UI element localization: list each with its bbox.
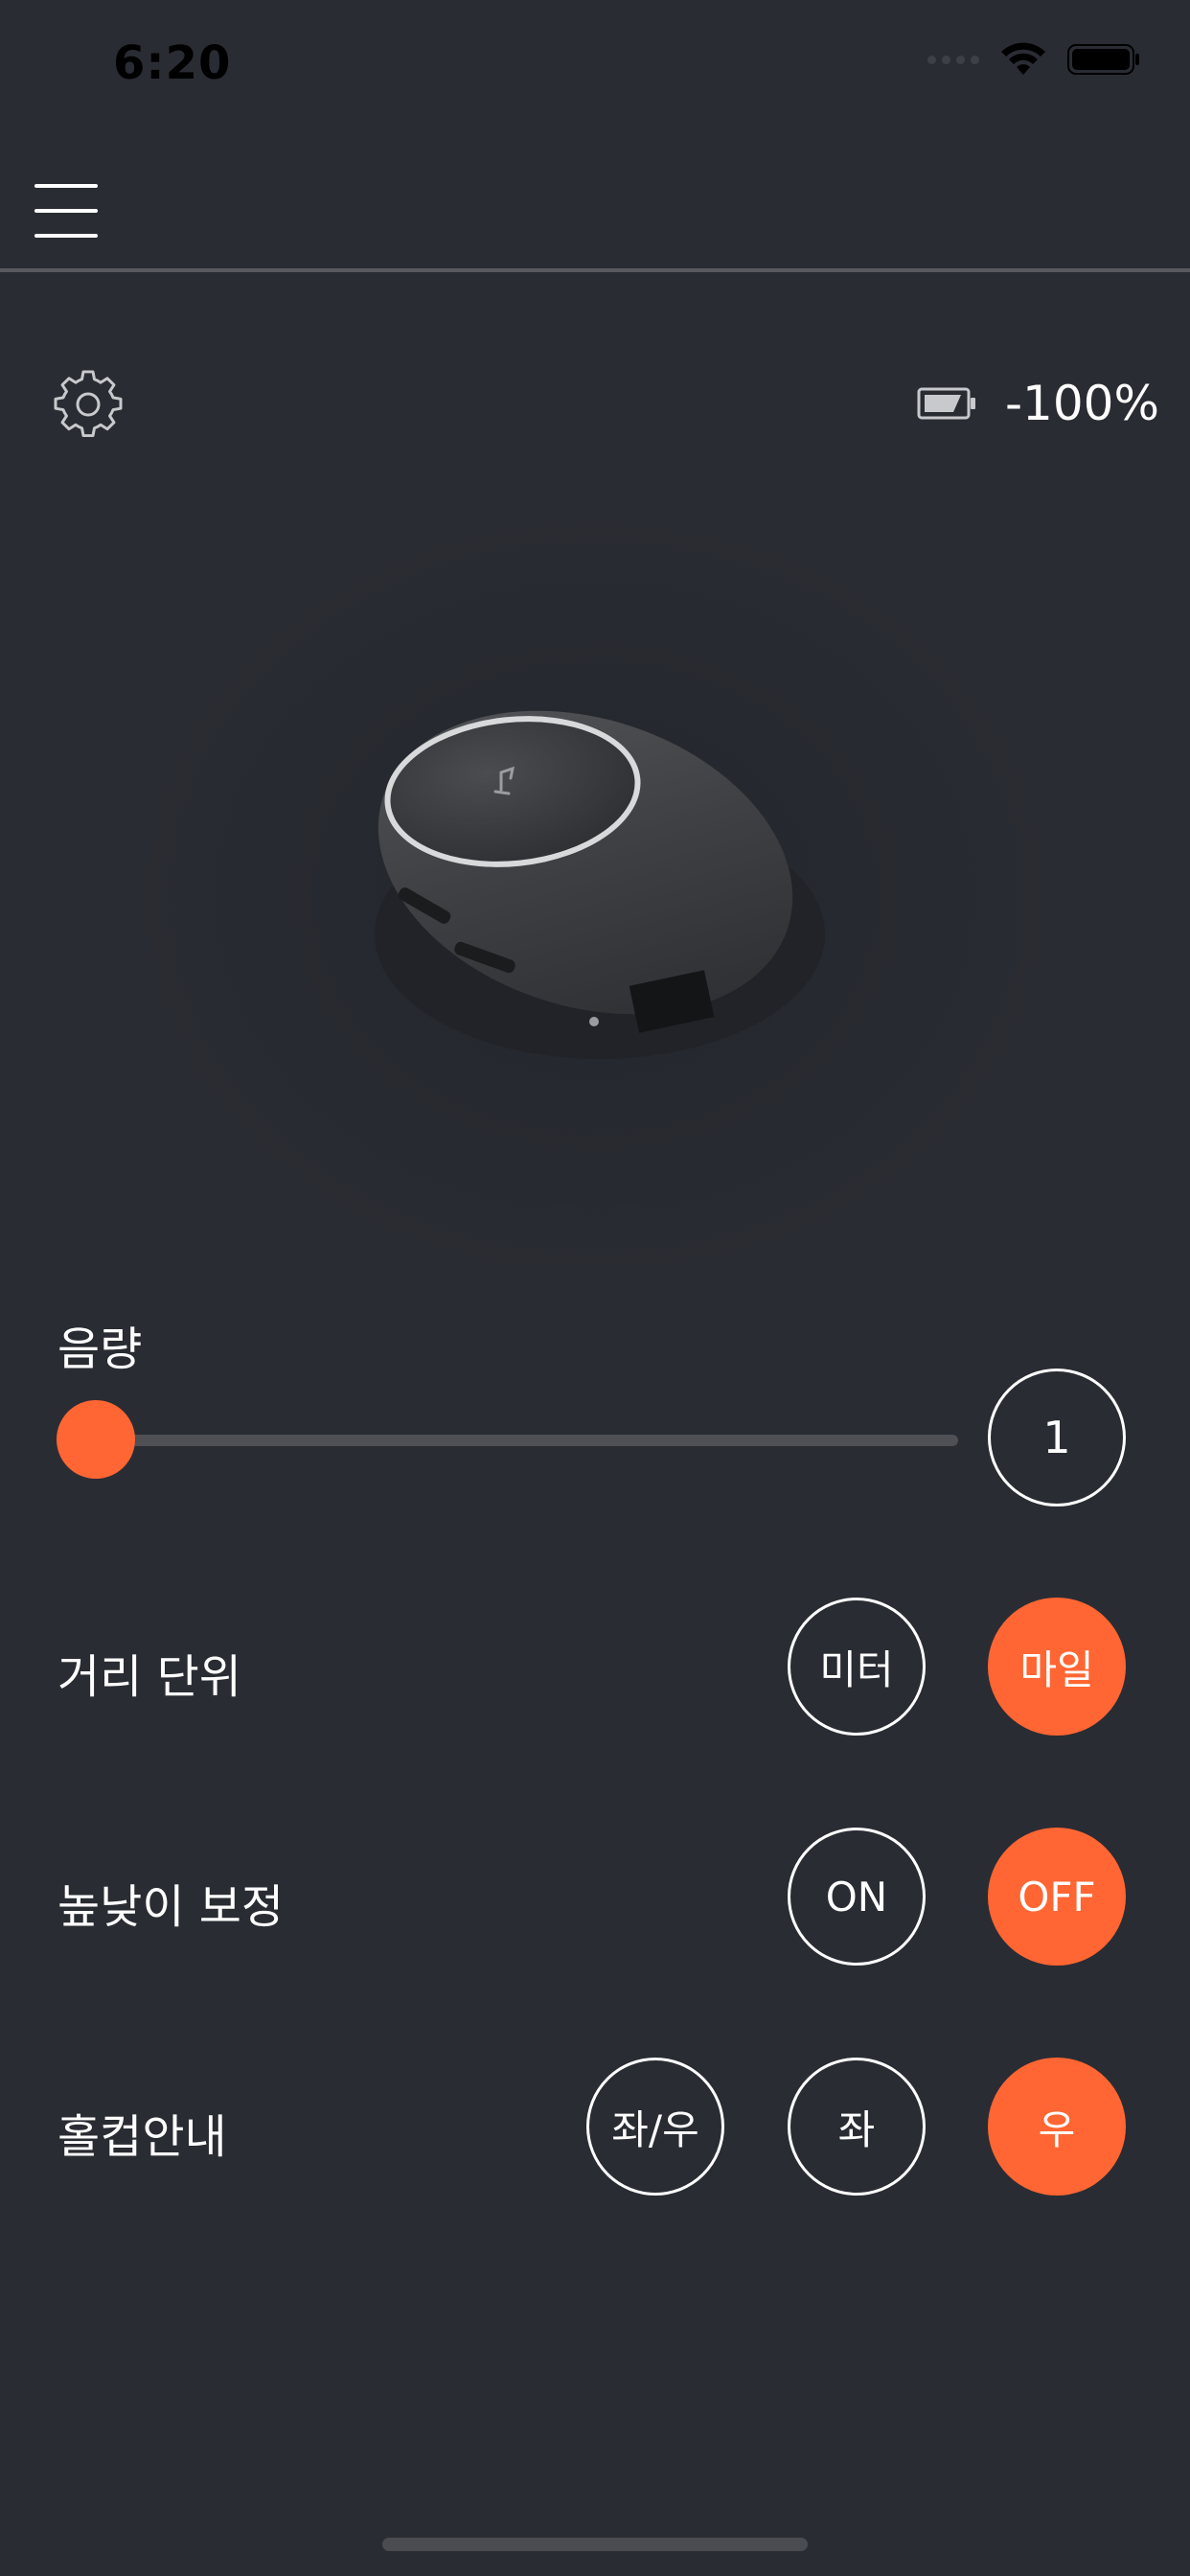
meter-button[interactable]: 미터 [788,1598,926,1736]
battery-indicator: -100% [917,376,1159,431]
hole-cup-right-button[interactable]: 우 [988,2058,1126,2196]
gear-icon[interactable] [54,370,123,439]
header-divider [0,268,1190,272]
elevation-correction-label: 높낮이 보정 [57,1880,285,1934]
distance-unit-label: 거리 단위 [57,1650,241,1704]
wifi-icon [1001,42,1045,75]
device-product-image [375,710,825,1059]
status-battery-icon [1067,44,1139,75]
hamburger-menu-icon[interactable] [34,184,98,238]
elevation-on-button[interactable]: ON [788,1828,926,1966]
volume-label: 음량 [57,1322,143,1376]
settings-screen: 6:20 -100% 음량 1 거리 단위 미터 마일 높낮이 보정 ON OF… [0,0,1190,2576]
battery-percentage: -100% [1005,376,1159,431]
status-time: 6:20 [113,36,232,90]
battery-icon [917,387,975,420]
device-image-area [116,498,1074,1265]
status-icons [927,42,1140,77]
mile-button[interactable]: 마일 [988,1598,1126,1736]
hole-cup-left-right-button[interactable]: 좌/우 [586,2058,724,2196]
elevation-off-button[interactable]: OFF [988,1828,1126,1966]
cellular-signal-icon [927,55,979,64]
volume-value: 1 [988,1368,1126,1506]
volume-slider-track[interactable] [96,1435,958,1446]
hole-cup-left-button[interactable]: 좌 [788,2058,926,2196]
home-indicator[interactable] [382,2538,808,2551]
volume-slider-thumb[interactable] [57,1400,135,1479]
hole-cup-guide-label: 홀컵안내 [57,2110,227,2164]
